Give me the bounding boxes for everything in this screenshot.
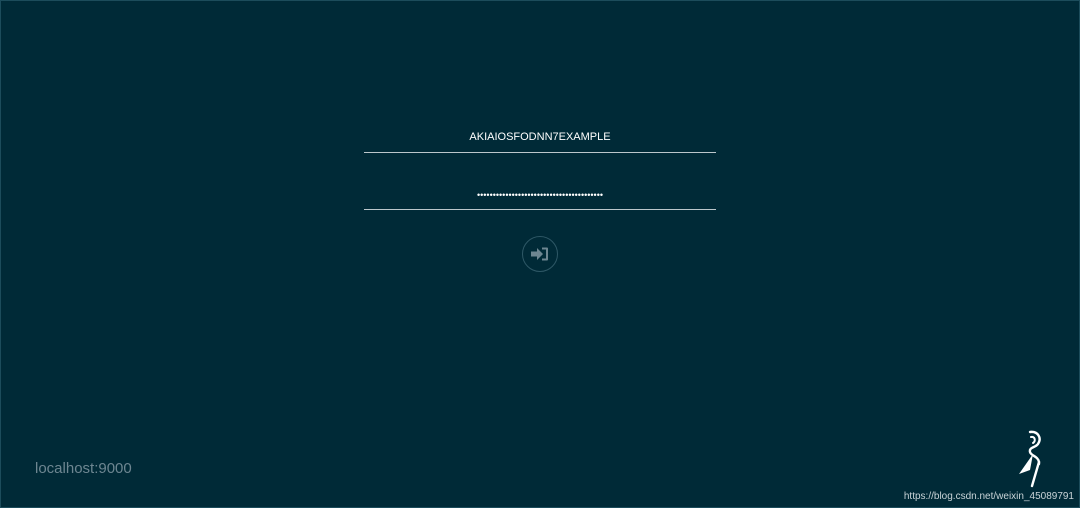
login-form (364, 122, 716, 236)
server-host-label: localhost:9000 (35, 460, 132, 477)
csdn-watermark: https://blog.csdn.net/weixin_45089791 (903, 491, 1074, 502)
minio-logo-icon (1016, 430, 1046, 488)
sign-in-icon (531, 247, 548, 261)
access-key-input[interactable] (364, 122, 716, 152)
secret-key-input[interactable] (364, 179, 716, 209)
login-submit-button[interactable] (522, 236, 558, 272)
secret-key-field-wrapper (364, 179, 716, 210)
access-key-field-wrapper (364, 122, 716, 153)
submit-wrapper (522, 236, 558, 272)
